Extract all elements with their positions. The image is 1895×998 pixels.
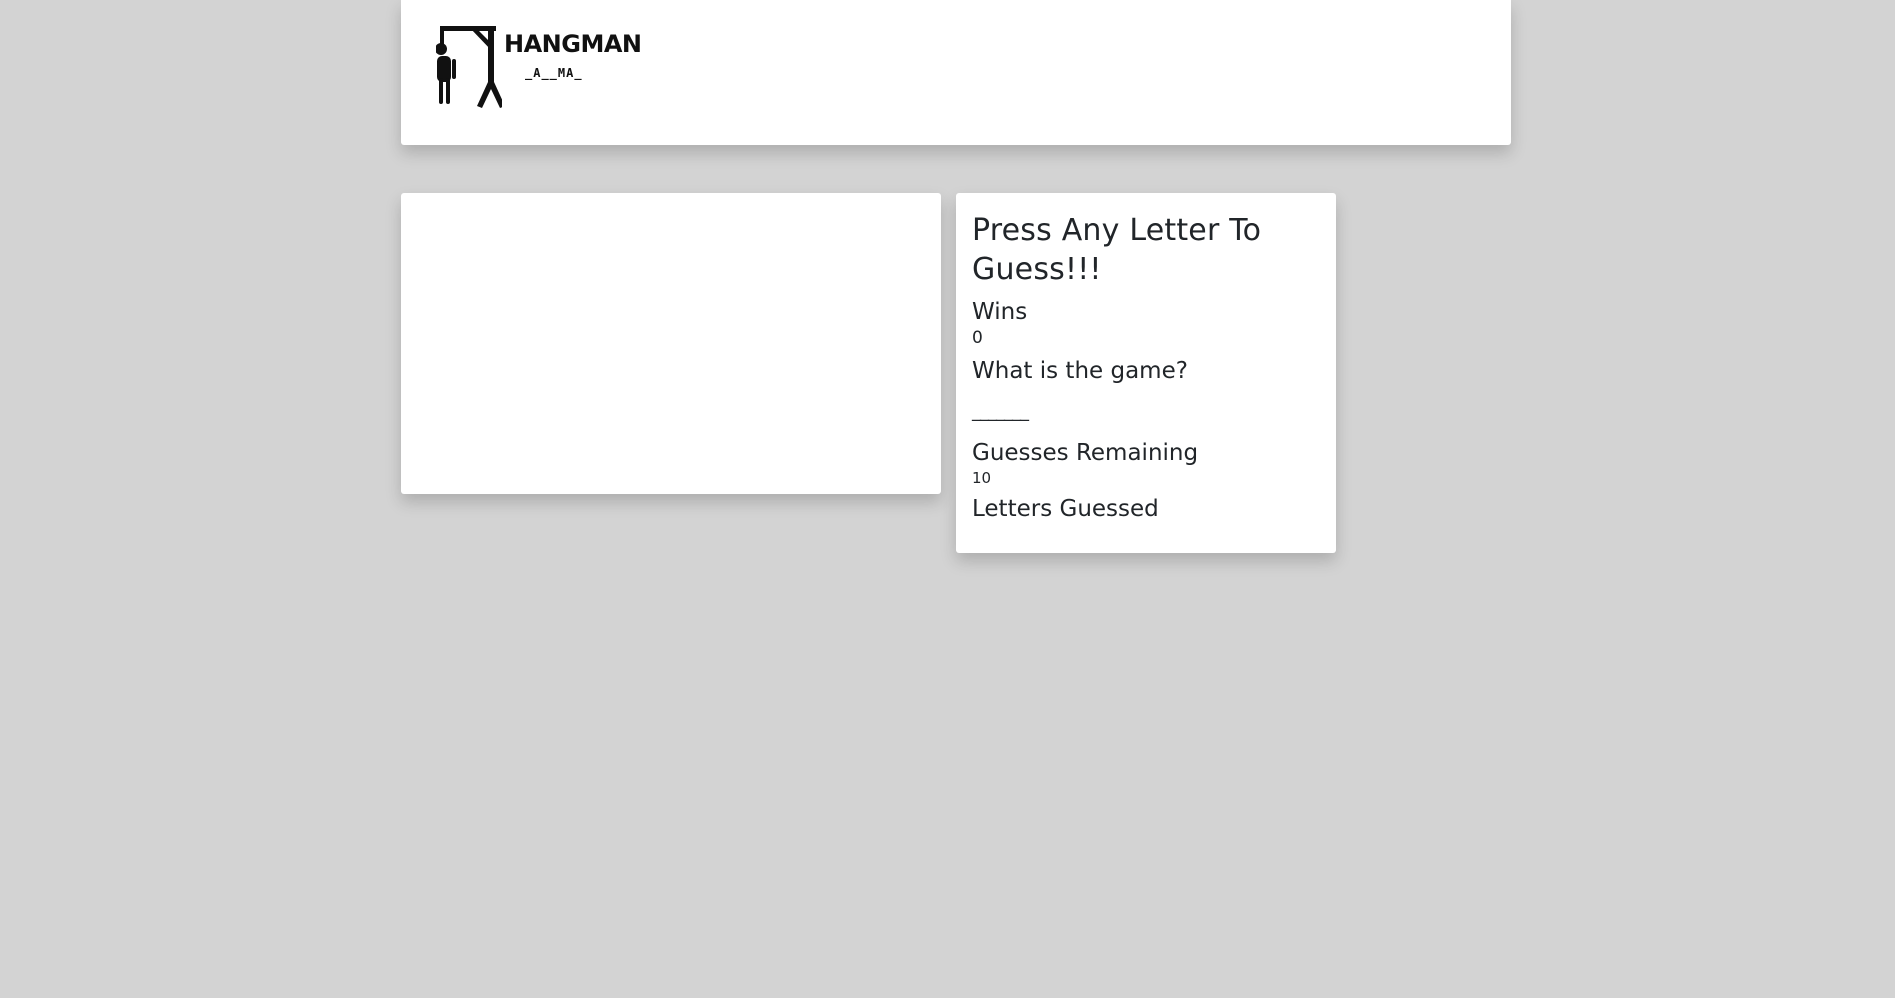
prompt-heading: Press Any Letter To Guess!!! bbox=[972, 213, 1262, 287]
hangman-logo: HANGMAN _A__MA_ bbox=[436, 26, 642, 110]
gallows-icon bbox=[436, 26, 502, 108]
question-label: What is the game? bbox=[972, 358, 1188, 384]
letters-guessed-label: Letters Guessed bbox=[972, 496, 1159, 522]
logo-word: _A__MA_ bbox=[525, 66, 583, 80]
guesses-remaining-value: 10 bbox=[972, 469, 992, 487]
header-bar: HANGMAN _A__MA_ bbox=[401, 0, 1511, 145]
guesses-remaining-label: Guesses Remaining bbox=[972, 440, 1199, 466]
wins-label: Wins bbox=[972, 299, 1028, 325]
wins-value: 0 bbox=[972, 328, 983, 348]
logo-title: HANGMAN bbox=[504, 30, 642, 58]
word-blanks: _______ bbox=[972, 401, 1029, 422]
hangman-image-panel bbox=[401, 193, 941, 494]
game-status-panel: Press Any Letter To Guess!!! Wins 0 What… bbox=[956, 193, 1336, 553]
